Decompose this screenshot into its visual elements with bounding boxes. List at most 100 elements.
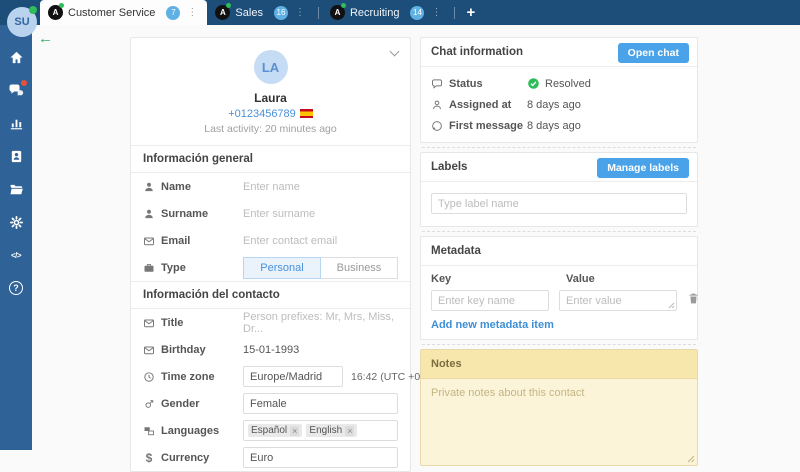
email-input[interactable]: Enter contact email: [243, 235, 337, 247]
briefcase-icon: [144, 263, 154, 272]
notes-card: Notes: [420, 349, 698, 466]
currency-row: $ Currency: [131, 444, 410, 471]
notes-textarea[interactable]: [421, 379, 697, 465]
add-metadata-link[interactable]: Add new metadata item: [431, 319, 687, 331]
chat-information-title: Chat information: [431, 46, 523, 58]
folder-icon[interactable]: [8, 181, 24, 197]
type-business-button[interactable]: Business: [321, 256, 398, 279]
label-name-input[interactable]: [431, 193, 687, 214]
tab-menu-icon[interactable]: ⋮: [293, 7, 307, 18]
metadata-key-input[interactable]: [431, 290, 549, 311]
code-icon[interactable]: </>: [8, 247, 24, 263]
status-row: Status Resolved: [421, 73, 697, 94]
contact-profile: LA Laura +0123456789 Last activity: 20 m…: [131, 38, 410, 145]
birthday-row: Birthday 15-01-1993: [131, 336, 410, 363]
title-row: Title Person prefixes: Mr, Mrs, Miss, Dr…: [131, 309, 410, 336]
chat-bubble-icon: [432, 78, 442, 89]
title-label: Title: [143, 317, 243, 329]
add-tab-button[interactable]: +: [466, 4, 475, 21]
person-icon: [145, 209, 153, 218]
labels-title: Labels: [431, 161, 468, 173]
metadata-key-header: Key: [431, 273, 452, 285]
labels-card: Labels Manage labels: [420, 152, 698, 227]
assigned-value: 8 days ago: [527, 98, 581, 111]
notes-header: Notes: [421, 350, 697, 379]
remove-tag-icon[interactable]: ×: [345, 425, 355, 436]
back-arrow-icon[interactable]: ←: [38, 30, 53, 47]
labels-header: Labels Manage labels: [421, 153, 697, 182]
user-avatar[interactable]: SU: [7, 6, 37, 37]
notification-dot-icon: [21, 80, 27, 86]
timezone-label: Time zone: [143, 371, 243, 383]
stats-icon[interactable]: [8, 115, 24, 131]
metadata-title: Metadata: [431, 245, 481, 257]
settings-gear-icon[interactable]: [8, 214, 24, 230]
email-row: Email Enter contact email: [131, 227, 410, 254]
status-value: Resolved: [527, 77, 591, 90]
tab-label: Recruiting: [349, 6, 400, 19]
type-label: Type: [143, 262, 243, 274]
dashed-separator: [422, 344, 696, 345]
resolved-check-icon: [528, 78, 539, 89]
language-tag: Español ×: [248, 424, 303, 437]
home-icon[interactable]: [8, 49, 24, 65]
email-label: Email: [143, 235, 243, 247]
name-row: Name Enter name: [131, 173, 410, 200]
tab-recruiting[interactable]: A Recruiting 14 ⋮: [322, 0, 452, 25]
tab-sales[interactable]: A Sales 16 ⋮: [207, 0, 315, 25]
birthday-value[interactable]: 15-01-1993: [243, 344, 299, 356]
tab-label: Customer Service: [68, 6, 156, 19]
surname-row: Surname Enter surname: [131, 200, 410, 227]
metadata-value-input[interactable]: [559, 290, 677, 311]
tab-menu-icon[interactable]: ⋮: [429, 7, 443, 18]
user-initials: SU: [14, 16, 30, 28]
manage-labels-button[interactable]: Manage labels: [597, 158, 689, 178]
collapse-chevron-icon[interactable]: [389, 46, 400, 57]
app-tabs: A Customer Service 7 ⋮ A Sales 16 ⋮ A Re…: [40, 0, 475, 25]
right-panel: Chat information Open chat Status Resolv…: [420, 37, 698, 466]
open-chat-button[interactable]: Open chat: [617, 43, 689, 63]
tab-customer-service[interactable]: A Customer Service 7 ⋮: [40, 0, 208, 25]
tab-separator: [317, 6, 319, 19]
unread-badge: 16: [273, 5, 288, 20]
phone-number: +0123456789: [228, 108, 296, 120]
dashed-separator: [422, 231, 696, 232]
help-icon[interactable]: ?: [8, 280, 24, 296]
unread-badge: 14: [410, 5, 425, 20]
surname-input[interactable]: Enter surname: [243, 208, 315, 220]
user-online-dot-icon: [29, 6, 37, 14]
contact-phone-link[interactable]: +0123456789: [131, 108, 410, 120]
currency-input[interactable]: [243, 447, 398, 468]
online-dot-icon: [340, 3, 346, 8]
chats-icon[interactable]: [8, 80, 27, 98]
section-general-info: Información general: [131, 145, 410, 173]
languages-label: Languages: [143, 425, 243, 437]
gender-input[interactable]: [243, 393, 398, 414]
envelope-icon: [144, 319, 154, 327]
contacts-icon[interactable]: [8, 148, 24, 164]
dollar-icon: $: [145, 450, 153, 465]
spain-flag-icon: [299, 109, 313, 118]
last-activity: Last activity: 20 minutes ago: [204, 123, 337, 135]
metadata-card: Metadata Key Value Add new metadata item: [420, 236, 698, 340]
first-message-label: First message: [431, 120, 527, 132]
remove-tag-icon[interactable]: ×: [290, 425, 300, 436]
contact-avatar: LA: [253, 50, 288, 84]
title-input[interactable]: Person prefixes: Mr, Mrs, Miss, Dr...: [243, 311, 398, 335]
birthday-label: Birthday: [143, 344, 243, 356]
online-dot-icon: [59, 3, 64, 8]
name-input[interactable]: Enter name: [243, 181, 300, 193]
delete-metadata-icon[interactable]: [687, 292, 700, 310]
surname-label: Surname: [143, 208, 243, 220]
type-personal-button[interactable]: Personal: [243, 256, 321, 279]
languages-input[interactable]: Español × English ×: [243, 420, 398, 441]
envelope-icon: [144, 237, 154, 245]
type-toggle: Personal Business: [243, 256, 398, 279]
timezone-row: Time zone 16:42 (UTC +01:00): [131, 363, 444, 390]
chat-information-header: Chat information Open chat: [421, 38, 697, 67]
tab-menu-icon[interactable]: ⋮: [185, 7, 199, 18]
timezone-input[interactable]: [243, 366, 343, 387]
metadata-header: Metadata: [421, 237, 697, 266]
contact-card: LA Laura +0123456789 Last activity: 20 m…: [130, 37, 444, 472]
first-message-row: First message 8 days ago: [421, 115, 697, 136]
